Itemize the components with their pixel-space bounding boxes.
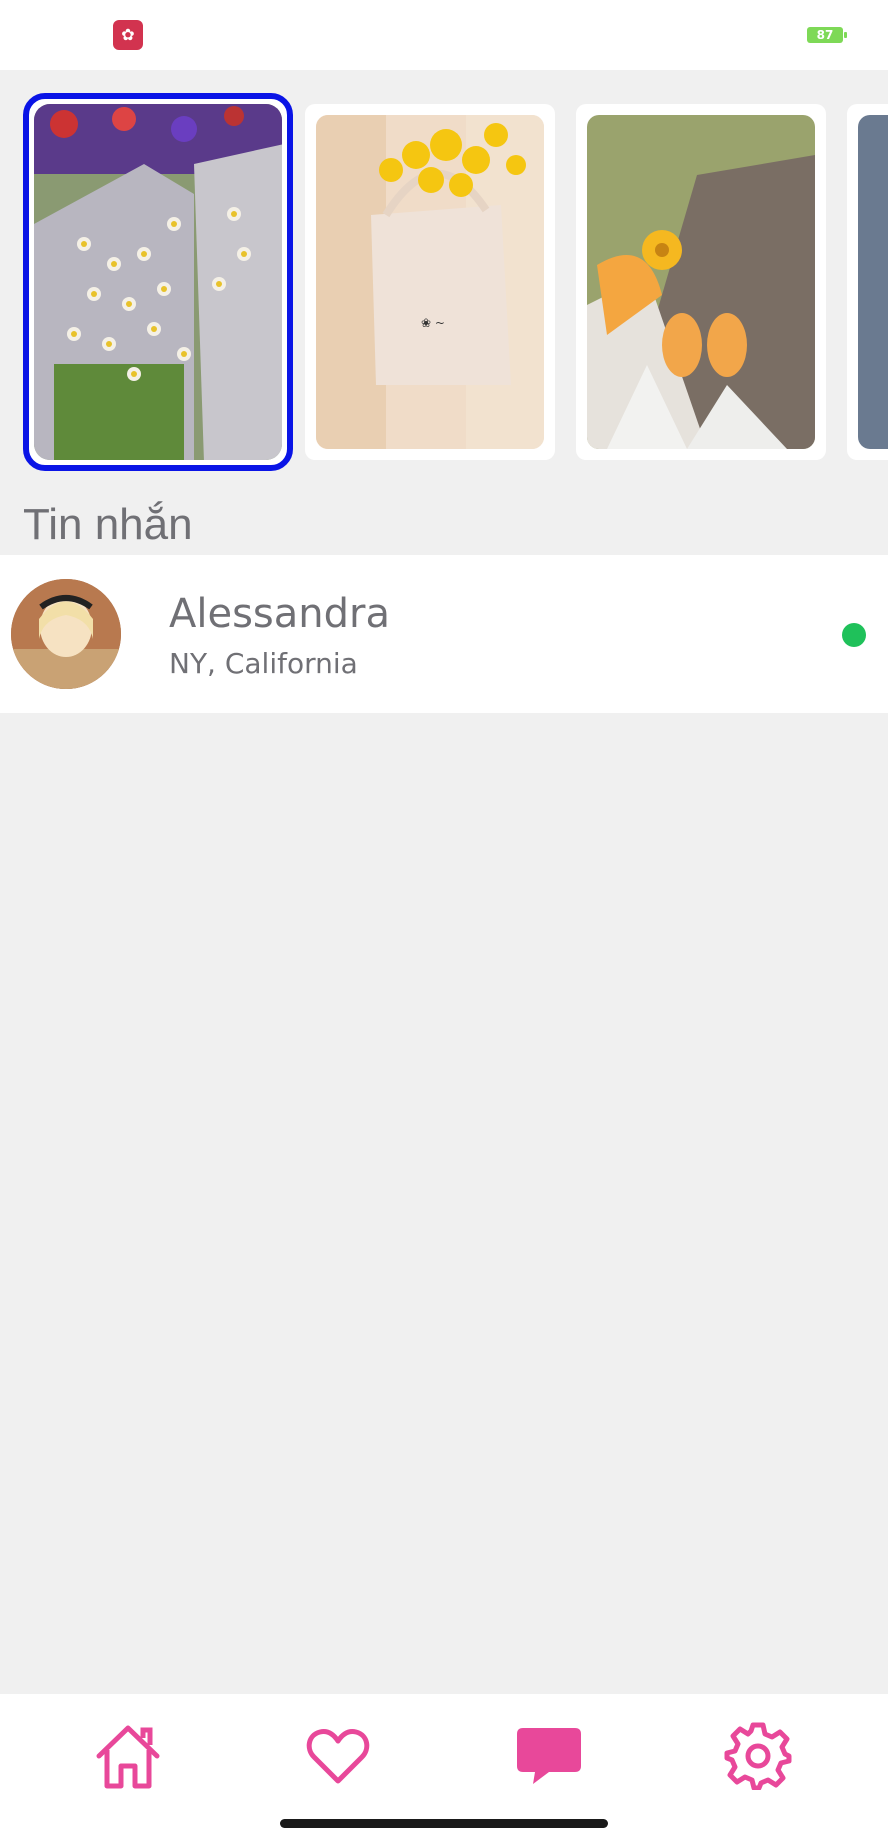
home-icon[interactable] [88,1716,168,1796]
story-card-4[interactable] [847,104,888,460]
online-status-indicator [842,623,866,647]
story-photo-partial [858,115,888,449]
story-photo-yellow-flowers-bag: ❀ ~ [316,115,544,449]
stories-strip[interactable]: ❀ ~ [0,70,888,480]
flower-app-icon: ✿ [113,20,143,50]
story-card-3[interactable] [576,104,826,460]
gear-icon[interactable] [718,1716,798,1796]
chat-contact-location: NY, California [169,647,358,680]
story-photo-flowers [34,104,282,460]
story-photo-flower-shoes [587,115,815,449]
story-card-2[interactable]: ❀ ~ [305,104,555,460]
battery-indicator: 87 [807,27,847,43]
chat-icon[interactable] [509,1716,589,1796]
story-card-1[interactable] [23,93,293,471]
status-bar: ✿ 87 [0,0,888,70]
chat-list-item[interactable]: Alessandra NY, California [0,555,888,713]
messages-section-title: Tin nhắn [23,500,193,549]
heart-icon[interactable] [298,1716,378,1796]
chat-contact-name: Alessandra [169,591,390,637]
home-indicator [280,1819,608,1828]
svg-text:❀ ~: ❀ ~ [421,316,445,330]
bottom-tab-bar [0,1694,888,1845]
avatar [11,579,121,689]
